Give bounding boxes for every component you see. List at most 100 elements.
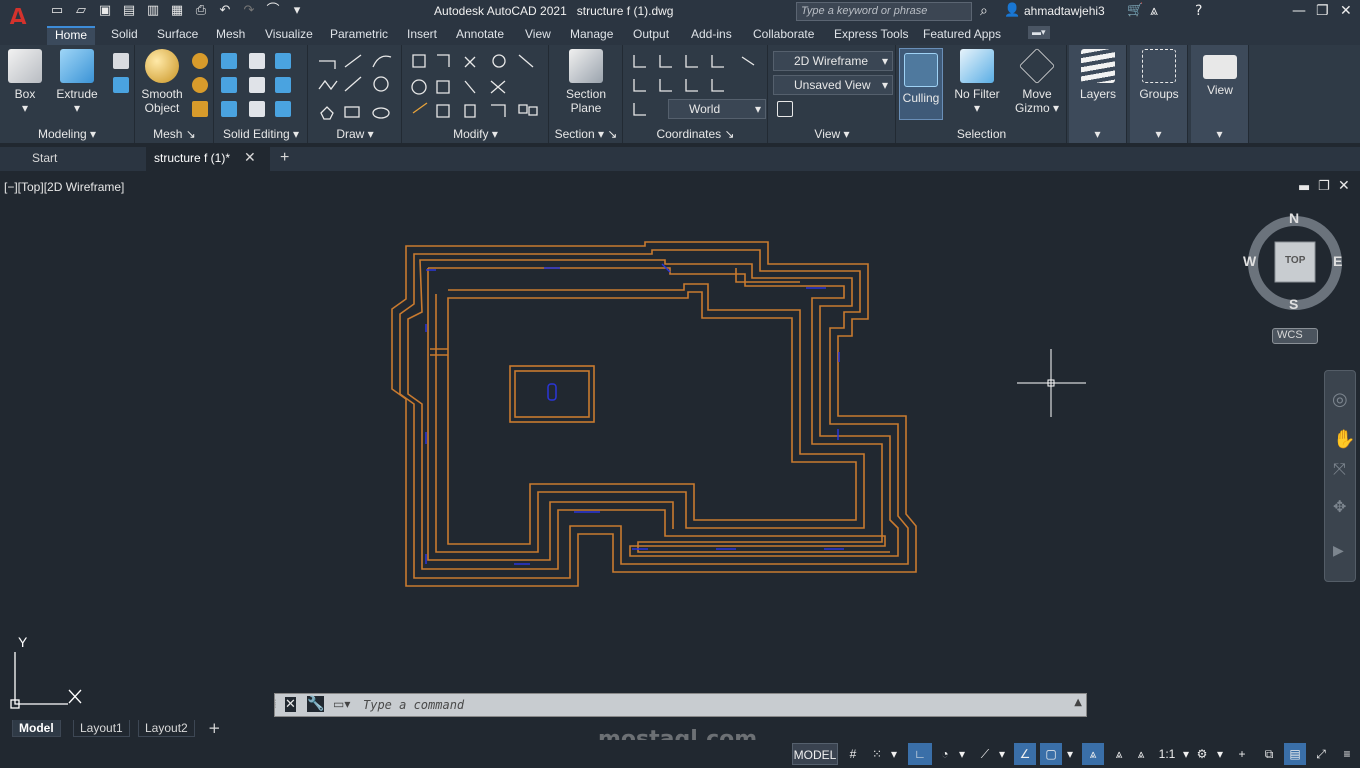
box-button[interactable]: Box ▾ — [6, 49, 44, 115]
tab-collaborate[interactable]: Collaborate — [749, 26, 818, 42]
tab-express-tools[interactable]: Express Tools — [830, 26, 912, 42]
slice-icon[interactable] — [249, 77, 265, 93]
grip-icon[interactable]: ⁞ — [273, 697, 277, 711]
drawing-canvas[interactable] — [0, 174, 1360, 718]
mesh-crease-icon[interactable] — [192, 101, 208, 117]
named-view-dropdown[interactable]: Unsaved View ▾ — [773, 75, 893, 95]
annotation-visibility-icon[interactable]: ⩓ — [1082, 743, 1104, 765]
ortho-icon[interactable]: ∟ — [908, 743, 932, 765]
tab-visualize[interactable]: Visualize — [261, 26, 317, 42]
object-snap-icon[interactable]: ▢ — [1040, 743, 1062, 765]
groups-button[interactable]: Groups — [1136, 49, 1182, 101]
compass-south[interactable]: S — [1289, 296, 1298, 312]
view-panel-label[interactable]: View ▾ — [769, 127, 895, 141]
command-line[interactable]: ⁞ ✕ 🔧 ▭▾ Type a command ▲ — [273, 693, 1087, 717]
thicken-icon[interactable] — [249, 101, 265, 117]
tab-insert[interactable]: Insert — [403, 26, 441, 42]
polysolid-icon[interactable] — [113, 53, 129, 69]
share-icon[interactable]: ⌒ — [264, 2, 282, 20]
section-plane-button[interactable]: Section Plane — [558, 49, 614, 115]
search-input[interactable]: Type a keyword or phrase — [796, 2, 972, 21]
close-icon[interactable]: ✕ — [1340, 3, 1352, 19]
steering-wheel-icon[interactable]: ◎ — [1332, 389, 1348, 410]
isodraft-icon[interactable]: ⟋ — [976, 743, 994, 765]
snap-dropdown-icon[interactable]: ▾ — [888, 743, 900, 765]
tab-start[interactable]: Start — [18, 147, 146, 171]
modify-label[interactable]: Modify ▾ — [403, 127, 548, 141]
osnap-dropdown-icon[interactable]: ▾ — [1064, 743, 1076, 765]
cmd-customize-icon[interactable]: 🔧 — [307, 696, 325, 712]
a360-icon[interactable]: ⩓ — [1150, 3, 1158, 19]
new-tab-icon[interactable]: + — [280, 149, 289, 167]
cart-icon[interactable]: 🛒 — [1127, 3, 1143, 18]
object-snap-tracking-icon[interactable]: ∠ — [1014, 743, 1036, 765]
section-label[interactable]: Section ▾ ↘ — [550, 127, 622, 141]
no-filter-button[interactable]: No Filter ▾ — [949, 49, 1005, 115]
tab-annotate[interactable]: Annotate — [452, 26, 508, 42]
union-icon[interactable] — [221, 53, 237, 69]
drawing-viewport[interactable]: [−][Top][2D Wireframe] ▬ ❐ ✕ N S E W TOP… — [0, 174, 1360, 718]
cmd-close-icon[interactable]: ✕ — [285, 697, 296, 712]
culling-button[interactable]: Culling — [899, 48, 943, 120]
view-expand-icon[interactable]: ▾ — [1191, 127, 1248, 141]
compass-west[interactable]: W — [1243, 253, 1256, 269]
customization-icon[interactable]: ≡ — [1336, 743, 1358, 765]
add-layout-icon[interactable]: + — [208, 719, 221, 737]
workspace-gear-icon[interactable]: ⚙ — [1192, 743, 1212, 765]
extract-edges-icon[interactable] — [275, 53, 291, 69]
open-web-icon[interactable]: ▥ — [144, 2, 162, 20]
mesh-label[interactable]: Mesh ↘ — [136, 127, 213, 141]
smooth-object-button[interactable]: Smooth Object — [140, 49, 184, 115]
cmd-history-icon[interactable]: ▲ — [1074, 697, 1082, 708]
viewcube-top-label[interactable]: TOP — [1285, 255, 1305, 266]
zoom-extents-icon[interactable]: ⤧ — [1333, 459, 1346, 479]
minimize-icon[interactable]: — — [1292, 3, 1306, 19]
view-button[interactable]: View — [1197, 49, 1243, 97]
panel-view-extra[interactable]: View ▾ — [1191, 45, 1249, 143]
tab-output[interactable]: Output — [629, 26, 673, 42]
tab-surface[interactable]: Surface — [153, 26, 202, 42]
wcs-menu[interactable]: WCS — [1272, 328, 1318, 344]
mesh-smooth-more-icon[interactable] — [192, 53, 208, 69]
subtract-icon[interactable] — [221, 77, 237, 93]
ribbon-toggle-icon[interactable]: ▬▾ — [1028, 26, 1050, 39]
compass-north[interactable]: N — [1289, 210, 1299, 226]
layers-expand-icon[interactable]: ▾ — [1069, 127, 1126, 141]
layers-button[interactable]: Layers — [1075, 49, 1121, 101]
compass-east[interactable]: E — [1333, 253, 1342, 269]
scale-dropdown-icon[interactable]: ▾ — [1180, 743, 1192, 765]
panel-groups[interactable]: Groups ▾ — [1130, 45, 1188, 143]
redo-icon[interactable]: ↷ — [240, 2, 258, 20]
extrude-button[interactable]: Extrude ▾ — [54, 49, 100, 115]
command-input[interactable]: Type a command — [363, 698, 464, 712]
tab-addins[interactable]: Add-ins — [687, 26, 736, 42]
draw-label[interactable]: Draw ▾ — [309, 127, 401, 141]
tab-home[interactable]: Home — [47, 26, 96, 45]
save-as-icon[interactable]: ▤ — [120, 2, 138, 20]
save-icon[interactable]: ▣ — [96, 2, 114, 20]
tab-parametric[interactable]: Parametric — [326, 26, 392, 42]
customize-qat-icon[interactable]: ▾ — [288, 2, 306, 20]
modify-tools-icons[interactable] — [409, 51, 545, 121]
modeling-label[interactable]: Modeling ▾ — [0, 127, 134, 141]
clean-screen-icon[interactable]: ⤢ — [1310, 743, 1332, 765]
tab-layout1[interactable]: Layout1 — [73, 720, 130, 737]
tab-view[interactable]: View — [521, 26, 555, 42]
separate-icon[interactable] — [275, 101, 291, 117]
tab-manage[interactable]: Manage — [566, 26, 617, 42]
solid-editing-label[interactable]: Solid Editing ▾ — [215, 127, 307, 141]
annotation-scale-value[interactable]: 1:1 — [1154, 743, 1180, 765]
model-space-button[interactable]: MODEL — [792, 743, 838, 765]
interfere-icon[interactable] — [249, 53, 265, 69]
showmotion-icon[interactable]: ▶ — [1333, 543, 1344, 559]
units-icon[interactable]: ⧉ — [1258, 743, 1280, 765]
panel-layers[interactable]: Layers ▾ — [1069, 45, 1127, 143]
intersect-icon[interactable] — [221, 101, 237, 117]
presspull-icon[interactable] — [113, 77, 129, 93]
grid-icon[interactable]: # — [844, 743, 862, 765]
undo-icon[interactable]: ↶ — [216, 2, 234, 20]
visual-style-dropdown[interactable]: 2D Wireframe ▾ — [773, 51, 893, 71]
move-gizmo-button[interactable]: Move Gizmo ▾ — [1011, 47, 1063, 115]
mesh-smooth-less-icon[interactable] — [192, 77, 208, 93]
tab-layout2[interactable]: Layout2 — [138, 720, 195, 737]
